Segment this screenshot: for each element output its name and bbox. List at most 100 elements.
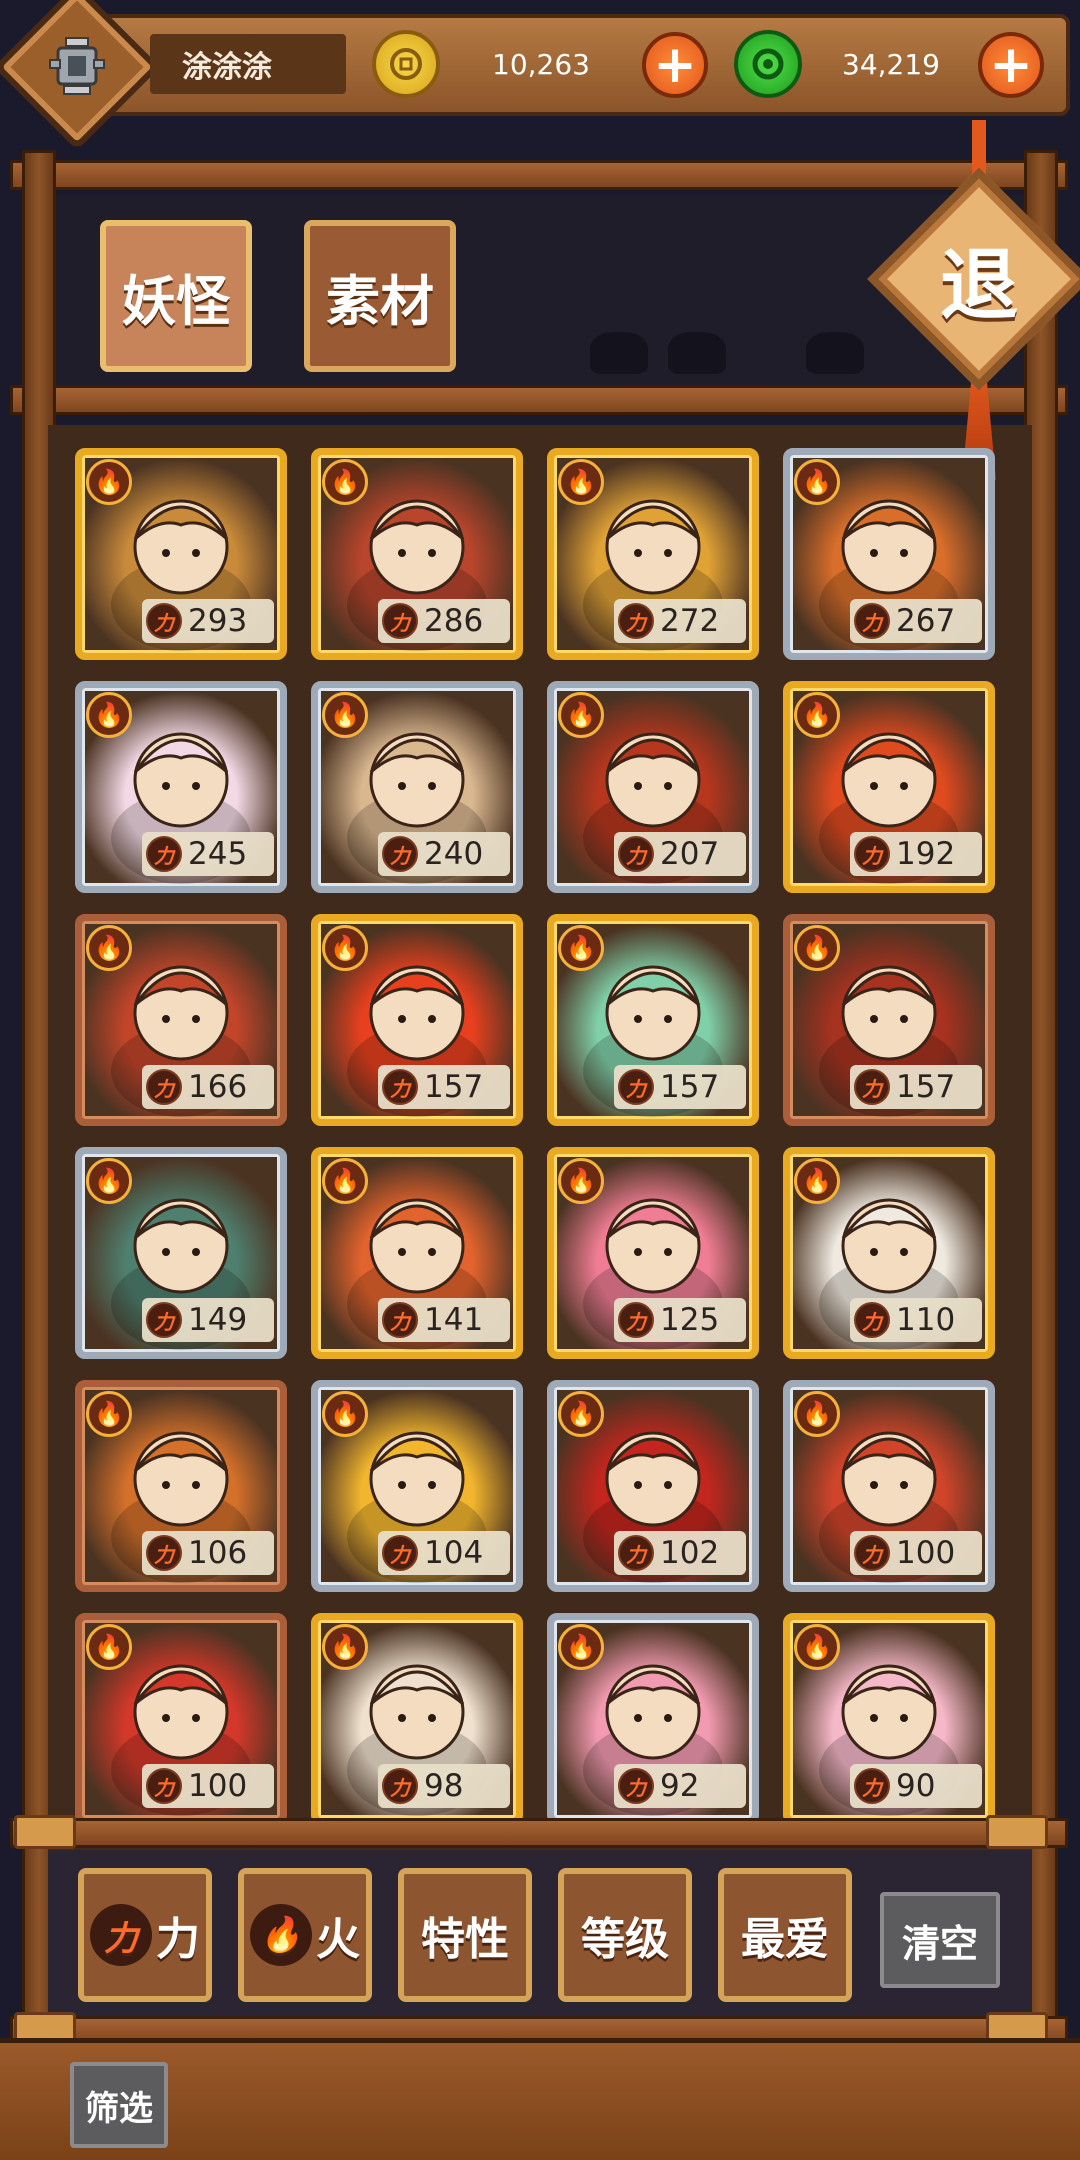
power-icon: 力 [618, 1069, 654, 1105]
fire-element-icon: 🔥 [794, 1624, 840, 1670]
filter-favorite-button[interactable]: 最爱 [718, 1868, 852, 2002]
power-tag: 力 104 [378, 1531, 510, 1575]
power-tag: 力 286 [378, 599, 510, 643]
power-icon: 力 [854, 836, 890, 872]
fire-element-icon: 🔥 [322, 925, 368, 971]
fire-icon: 🔥 [250, 1904, 312, 1966]
fire-element-icon: 🔥 [558, 925, 604, 971]
monster-cabinet: 妖怪 素材 退 🔥 力 293 🔥 力 286 🔥 力 272 🔥 力 267 🔥 力 245 🔥 力 240 🔥 力… [0, 120, 1080, 2160]
monster-card[interactable]: 🔥 力 286 [311, 448, 523, 660]
exit-button[interactable]: 退 [900, 200, 1058, 358]
power-icon: 力 [618, 1302, 654, 1338]
add-gold-button[interactable]: + [642, 32, 708, 98]
power-value: 272 [660, 603, 720, 639]
power-tag: 力 110 [850, 1298, 982, 1342]
power-value: 157 [660, 1069, 720, 1105]
monster-card[interactable]: 🔥 力 157 [783, 914, 995, 1126]
power-icon: 力 [618, 836, 654, 872]
power-icon: 力 [854, 1768, 890, 1804]
monster-card[interactable]: 🔥 力 240 [311, 681, 523, 893]
monster-card[interactable]: 🔥 力 98 [311, 1613, 523, 1825]
power-tag: 力 245 [142, 832, 274, 876]
filter-power-button[interactable]: 力 力 [78, 1868, 212, 2002]
power-tag: 力 267 [850, 599, 982, 643]
power-icon: 力 [382, 1302, 418, 1338]
power-value: 267 [896, 603, 956, 639]
power-value: 110 [896, 1302, 956, 1338]
power-value: 98 [424, 1768, 464, 1804]
fire-element-icon: 🔥 [558, 692, 604, 738]
power-tag: 力 90 [850, 1764, 982, 1808]
power-value: 106 [188, 1535, 248, 1571]
fire-element-icon: 🔥 [322, 1158, 368, 1204]
lantern-icon[interactable] [18, 8, 136, 126]
power-icon: 力 [90, 1904, 152, 1966]
filter-trait-button[interactable]: 特性 [398, 1868, 532, 2002]
power-tag: 力 106 [142, 1531, 274, 1575]
tab-materials[interactable]: 素材 [304, 220, 456, 372]
power-icon: 力 [618, 1768, 654, 1804]
power-icon: 力 [382, 1535, 418, 1571]
monster-card[interactable]: 🔥 力 100 [75, 1613, 287, 1825]
fire-element-icon: 🔥 [558, 1391, 604, 1437]
monster-card[interactable]: 🔥 力 157 [547, 914, 759, 1126]
monster-card[interactable]: 🔥 力 272 [547, 448, 759, 660]
power-value: 102 [660, 1535, 720, 1571]
top-resource-bar: 涂涂涂 10,263 + 34,219 + [0, 0, 1080, 151]
power-value: 157 [896, 1069, 956, 1105]
power-icon: 力 [618, 1535, 654, 1571]
power-tag: 力 192 [850, 832, 982, 876]
monster-card[interactable]: 🔥 力 100 [783, 1380, 995, 1592]
power-icon: 力 [146, 603, 182, 639]
clear-filter-button[interactable]: 清空 [880, 1892, 1000, 1988]
power-value: 90 [896, 1768, 936, 1804]
filter-screen-button[interactable]: 筛选 [70, 2062, 168, 2148]
power-tag: 力 102 [614, 1531, 746, 1575]
power-value: 141 [424, 1302, 484, 1338]
power-value: 192 [896, 836, 956, 872]
monster-card[interactable]: 🔥 力 104 [311, 1380, 523, 1592]
power-tag: 力 157 [614, 1065, 746, 1109]
monster-card[interactable]: 🔥 力 267 [783, 448, 995, 660]
fire-element-icon: 🔥 [86, 459, 132, 505]
power-value: 166 [188, 1069, 248, 1105]
power-tag: 力 157 [378, 1065, 510, 1109]
power-value: 286 [424, 603, 484, 639]
monster-card[interactable]: 🔥 力 106 [75, 1380, 287, 1592]
monster-card[interactable]: 🔥 力 90 [783, 1613, 995, 1825]
power-icon: 力 [146, 836, 182, 872]
fire-element-icon: 🔥 [794, 1158, 840, 1204]
monster-card[interactable]: 🔥 力 92 [547, 1613, 759, 1825]
monster-card[interactable]: 🔥 力 125 [547, 1147, 759, 1359]
power-tag: 力 166 [142, 1065, 274, 1109]
monster-card[interactable]: 🔥 力 245 [75, 681, 287, 893]
monster-card[interactable]: 🔥 力 102 [547, 1380, 759, 1592]
monster-card[interactable]: 🔥 力 157 [311, 914, 523, 1126]
fire-element-icon: 🔥 [86, 692, 132, 738]
monster-card[interactable]: 🔥 力 293 [75, 448, 287, 660]
power-tag: 力 125 [614, 1298, 746, 1342]
fire-element-icon: 🔥 [322, 1624, 368, 1670]
filter-level-button[interactable]: 等级 [558, 1868, 692, 2002]
add-jade-button[interactable]: + [978, 32, 1044, 98]
power-value: 207 [660, 836, 720, 872]
tab-monsters[interactable]: 妖怪 [100, 220, 252, 372]
monster-card[interactable]: 🔥 力 141 [311, 1147, 523, 1359]
filter-fire-button[interactable]: 🔥 火 [238, 1868, 372, 2002]
power-icon: 力 [382, 836, 418, 872]
monster-card[interactable]: 🔥 力 192 [783, 681, 995, 893]
fire-element-icon: 🔥 [86, 1158, 132, 1204]
monster-card[interactable]: 🔥 力 110 [783, 1147, 995, 1359]
monster-card[interactable]: 🔥 力 149 [75, 1147, 287, 1359]
power-tag: 力 141 [378, 1298, 510, 1342]
fire-element-icon: 🔥 [794, 925, 840, 971]
jade-amount: 34,219 [842, 47, 940, 81]
fire-element-icon: 🔥 [794, 1391, 840, 1437]
gold-coin-icon [372, 30, 440, 98]
power-value: 240 [424, 836, 484, 872]
power-icon: 力 [854, 1535, 890, 1571]
monster-card[interactable]: 🔥 力 207 [547, 681, 759, 893]
fire-element-icon: 🔥 [86, 925, 132, 971]
shadow-creature [590, 332, 648, 374]
monster-card[interactable]: 🔥 力 166 [75, 914, 287, 1126]
